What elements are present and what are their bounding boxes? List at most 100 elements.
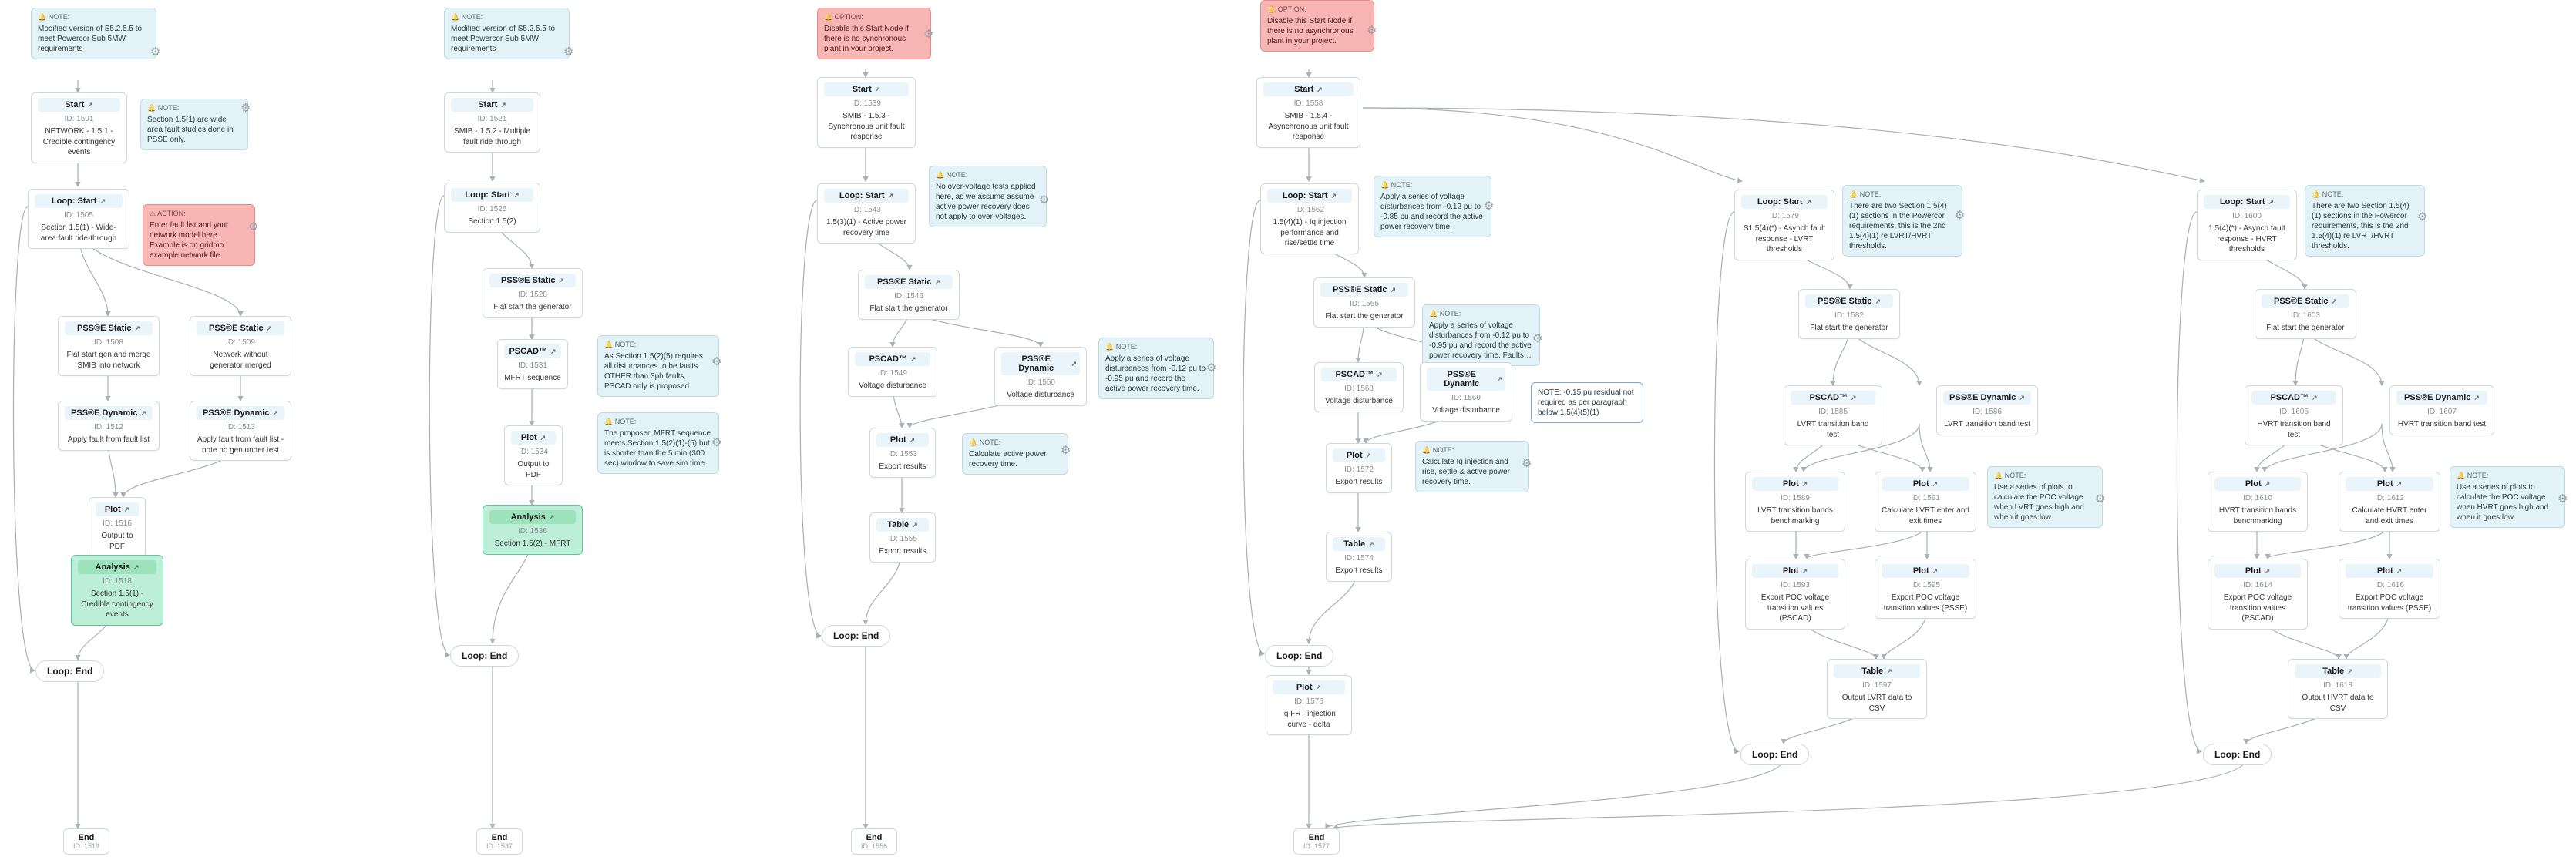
gear-icon[interactable]: ⚙ xyxy=(1039,193,1049,207)
gear-icon[interactable]: ⚙ xyxy=(150,45,160,59)
open-icon[interactable]: ↗ xyxy=(272,409,278,418)
open-icon[interactable]: ↗ xyxy=(87,101,93,109)
gear-icon[interactable]: ⚙ xyxy=(2095,492,2105,506)
open-icon[interactable]: ↗ xyxy=(910,436,916,445)
open-icon[interactable]: ↗ xyxy=(558,277,564,285)
loop-end-col3[interactable]: Loop: End xyxy=(822,625,890,647)
gear-icon[interactable]: ⚙ xyxy=(2558,492,2568,506)
node-col4-loop[interactable]: Loop: Start↗ ID: 1562 1.5(4)(1) - Iq inj… xyxy=(1260,183,1359,254)
node-col6-plotD[interactable]: Plot↗ ID: 1616 Export POC voltage transi… xyxy=(2339,559,2440,619)
node-col5-plotA[interactable]: Plot↗ ID: 1589 LVRT transition bands ben… xyxy=(1745,472,1845,532)
open-icon[interactable]: ↗ xyxy=(133,563,140,572)
open-icon[interactable]: ↗ xyxy=(1496,375,1502,384)
end-col4[interactable]: EndID: 1577 xyxy=(1293,828,1340,855)
node-col1-loop[interactable]: Loop: Start↗ ID: 1505 Section 1.5(1) - W… xyxy=(28,189,129,249)
gear-icon[interactable]: ⚙ xyxy=(2417,210,2427,223)
node-col2-loop[interactable]: Loop: Start↗ ID: 1525 Section 1.5(2) xyxy=(444,183,540,233)
end-col1[interactable]: EndID: 1519 xyxy=(63,828,109,855)
gear-icon[interactable]: ⚙ xyxy=(711,435,721,449)
node-col6-pscad[interactable]: PSCAD™↗ ID: 1606 HVRT transition band te… xyxy=(2245,385,2343,445)
end-col2[interactable]: EndID: 1537 xyxy=(476,828,523,855)
loop-end-col5[interactable]: Loop: End xyxy=(1740,744,1809,765)
node-col6-table[interactable]: Table↗ ID: 1618 Output HVRT data to CSV xyxy=(2288,659,2388,719)
node-col3-dyn[interactable]: PSS®E Dynamic↗ ID: 1550 Voltage disturba… xyxy=(994,347,1087,406)
open-icon[interactable]: ↗ xyxy=(1802,480,1808,489)
node-col4-plot2[interactable]: Plot↗ ID: 1576 Iq FRT injection curve - … xyxy=(1266,675,1352,735)
open-icon[interactable]: ↗ xyxy=(1377,371,1383,379)
gear-icon[interactable]: ⚙ xyxy=(1061,443,1071,457)
node-col1-dynA[interactable]: PSS®E Dynamic↗ ID: 1512 Apply fault from… xyxy=(58,401,160,451)
node-col3-pscad[interactable]: PSCAD™↗ ID: 1549 Voltage disturbance xyxy=(848,347,937,397)
gear-icon[interactable]: ⚙ xyxy=(711,354,721,368)
open-icon[interactable]: ↗ xyxy=(1851,394,1857,402)
gear-icon[interactable]: ⚙ xyxy=(248,220,258,233)
open-icon[interactable]: ↗ xyxy=(140,409,146,418)
open-icon[interactable]: ↗ xyxy=(912,521,918,529)
gear-icon[interactable]: ⚙ xyxy=(1206,361,1216,375)
node-col5-table[interactable]: Table↗ ID: 1597 Output LVRT data to CSV xyxy=(1827,659,1927,719)
open-icon[interactable]: ↗ xyxy=(2396,480,2403,489)
node-col6-loop[interactable]: Loop: Start↗ ID: 1600 1.5(4)(*) - Asynch… xyxy=(2197,190,2297,260)
node-col1-analysis[interactable]: Analysis↗ ID: 1518 Section 1.5(1) - Cred… xyxy=(71,555,163,626)
gear-icon[interactable]: ⚙ xyxy=(1522,456,1532,470)
node-col5-static[interactable]: PSS®E Static↗ ID: 1582 Flat start the ge… xyxy=(1798,289,1900,339)
open-icon[interactable]: ↗ xyxy=(1331,192,1337,200)
open-icon[interactable]: ↗ xyxy=(100,197,106,206)
open-icon[interactable]: ↗ xyxy=(875,86,881,94)
open-icon[interactable]: ↗ xyxy=(1932,480,1939,489)
open-icon[interactable]: ↗ xyxy=(888,192,894,200)
node-col1-staticA[interactable]: PSS®E Static↗ ID: 1508 Flat start gen an… xyxy=(58,316,160,376)
loop-end-col4[interactable]: Loop: End xyxy=(1265,645,1333,667)
open-icon[interactable]: ↗ xyxy=(500,101,506,109)
node-col1-staticB[interactable]: PSS®E Static↗ ID: 1509 Network without g… xyxy=(190,316,291,376)
open-icon[interactable]: ↗ xyxy=(910,355,916,364)
loop-end-col6[interactable]: Loop: End xyxy=(2203,744,2272,765)
node-col6-plotB[interactable]: Plot↗ ID: 1612 Calculate HVRT enter and … xyxy=(2339,472,2440,532)
open-icon[interactable]: ↗ xyxy=(1802,567,1808,576)
open-icon[interactable]: ↗ xyxy=(2268,198,2275,207)
node-col3-start[interactable]: Start↗ ID: 1539 SMIB - 1.5.3 - Synchrono… xyxy=(817,77,916,148)
open-icon[interactable]: ↗ xyxy=(513,191,520,200)
open-icon[interactable]: ↗ xyxy=(134,324,140,333)
open-icon[interactable]: ↗ xyxy=(1366,452,1372,460)
gear-icon[interactable]: ⚙ xyxy=(1532,331,1542,345)
gear-icon[interactable]: ⚙ xyxy=(240,101,251,115)
gear-icon[interactable]: ⚙ xyxy=(923,27,933,41)
node-col2-pscad[interactable]: PSCAD™↗ ID: 1531 MFRT sequence xyxy=(497,339,568,389)
open-icon[interactable]: ↗ xyxy=(1390,286,1396,294)
node-col1-dynB[interactable]: PSS®E Dynamic↗ ID: 1513 Apply fault from… xyxy=(190,401,291,461)
loop-end-col1[interactable]: Loop: End xyxy=(35,660,104,682)
open-icon[interactable]: ↗ xyxy=(2347,667,2353,676)
node-col3-table[interactable]: Table↗ ID: 1555 Export results xyxy=(869,512,936,563)
open-icon[interactable]: ↗ xyxy=(2265,480,2271,489)
open-icon[interactable]: ↗ xyxy=(1317,86,1323,94)
gear-icon[interactable]: ⚙ xyxy=(1367,23,1377,37)
node-col6-plotC[interactable]: Plot↗ ID: 1614 Export POC voltage transi… xyxy=(2208,559,2308,630)
gear-icon[interactable]: ⚙ xyxy=(1955,208,1965,222)
end-col3[interactable]: EndID: 1556 xyxy=(851,828,897,855)
node-col1-plot[interactable]: Plot↗ ID: 1516 Output to PDF xyxy=(89,497,146,557)
node-col4-table[interactable]: Table↗ ID: 1574 Export results xyxy=(1326,532,1392,582)
node-col2-plot[interactable]: Plot↗ ID: 1534 Output to PDF xyxy=(504,425,563,485)
node-col1-start[interactable]: Start↗ ID: 1501 NETWORK - 1.5.1 - Credib… xyxy=(31,92,127,163)
node-col4-plot[interactable]: Plot↗ ID: 1572 Export results xyxy=(1326,443,1392,493)
open-icon[interactable]: ↗ xyxy=(124,506,130,514)
node-col5-loop[interactable]: Loop: Start↗ ID: 1579 S1.5(4)(*) - Async… xyxy=(1734,190,1834,260)
open-icon[interactable]: ↗ xyxy=(550,348,557,356)
open-icon[interactable]: ↗ xyxy=(1932,567,1939,576)
open-icon[interactable]: ↗ xyxy=(2396,567,2403,576)
open-icon[interactable]: ↗ xyxy=(1806,198,1812,207)
node-col4-start[interactable]: Start↗ ID: 1558 SMIB - 1.5.4 - Asynchron… xyxy=(1256,77,1360,148)
loop-end-col2[interactable]: Loop: End xyxy=(450,645,519,667)
node-col5-plotD[interactable]: Plot↗ ID: 1595 Export POC voltage transi… xyxy=(1875,559,1976,619)
node-col5-dyn[interactable]: PSS®E Dynamic↗ ID: 1586 LVRT transition … xyxy=(1936,385,2038,435)
node-col5-plotB[interactable]: Plot↗ ID: 1591 Calculate LVRT enter and … xyxy=(1875,472,1976,532)
open-icon[interactable]: ↗ xyxy=(2331,297,2337,306)
open-icon[interactable]: ↗ xyxy=(549,513,555,522)
node-col6-plotA[interactable]: Plot↗ ID: 1610 HVRT transition bands ben… xyxy=(2208,472,2308,532)
open-icon[interactable]: ↗ xyxy=(540,434,546,442)
open-icon[interactable]: ↗ xyxy=(1886,667,1892,676)
open-icon[interactable]: ↗ xyxy=(2473,394,2480,402)
open-icon[interactable]: ↗ xyxy=(1316,684,1322,692)
open-icon[interactable]: ↗ xyxy=(2019,394,2025,402)
